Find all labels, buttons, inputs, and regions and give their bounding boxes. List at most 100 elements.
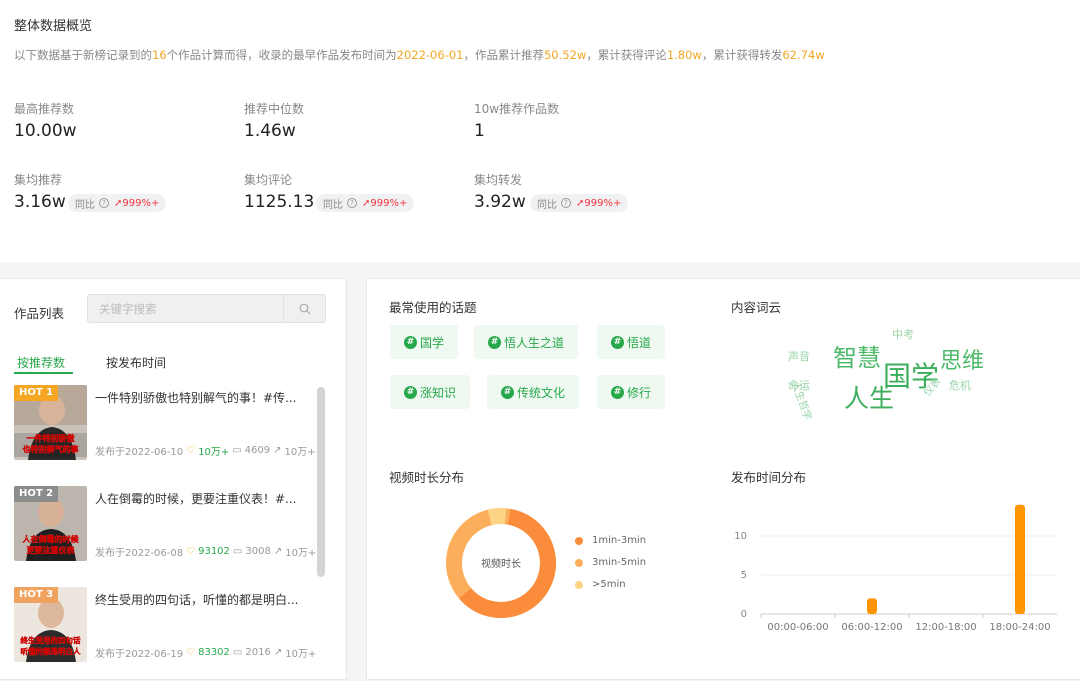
overview-summary: 以下数据基于新榜记录到的16个作品计算而得，收录的最早作品发布时间为2022-0…	[14, 47, 825, 63]
summary-text: ，作品累计推荐	[463, 48, 544, 62]
topic-tag[interactable]: # 悟人生之道	[474, 325, 579, 359]
summary-text: ，累计获得转发	[701, 48, 783, 62]
comment-count: 4609	[244, 445, 271, 456]
yoy-label: 同比	[75, 199, 95, 211]
hashtag-icon: #	[404, 385, 417, 399]
y-tick-label: 5	[741, 570, 747, 581]
search-input[interactable]	[88, 295, 284, 322]
item-title[interactable]: 人在倒霉的时候，更要注重仪表！#...	[95, 490, 320, 507]
tab-by-publish-time[interactable]: 按发布时间	[106, 354, 166, 371]
topic-label: 涨知识	[420, 385, 457, 400]
cloud-word: 人生	[844, 384, 895, 413]
yoy-badge[interactable]: 同比? ➚ 999%+	[530, 194, 629, 212]
yoy-label: 同比	[323, 199, 343, 211]
help-icon[interactable]: ?	[561, 198, 571, 208]
help-icon[interactable]: ?	[347, 198, 357, 208]
legend-item[interactable]: 1min-3min	[575, 535, 646, 546]
topic-tag[interactable]: # 悟道	[597, 325, 666, 359]
item-meta: 发布于2022-06-10 ♡ 10万+ ▭ 4609 ↗ 10万+	[95, 443, 316, 458]
like-count: 93102	[198, 546, 230, 557]
cloud-word: 人生哲学	[788, 380, 813, 422]
overview-title: 整体数据概览	[14, 19, 93, 34]
item-title[interactable]: 一件特别骄傲也特别解气的事！#传...	[95, 389, 320, 406]
avg-share-value: 3.92w	[474, 192, 526, 212]
trend-up-icon: ➚	[576, 197, 585, 209]
summary-text: 个作品计算而得，收录的最早作品发布时间为	[166, 48, 397, 62]
hashtag-icon: #	[611, 385, 624, 399]
video-thumbnail[interactable]: 一件特别骄傲 也特别解气的事 HOT 1	[14, 385, 87, 460]
share-count: 10万+	[285, 548, 317, 559]
topic-label: 国学	[420, 335, 445, 350]
bar-06:00-12:00[interactable]	[867, 598, 877, 614]
publish-time-title: 发布时间分布	[731, 470, 807, 485]
analytics-panel: 最常使用的话题 # 国学 # 悟人生之道 # 悟道 # 涨知识 # 传统文化 # 修行 内容…	[366, 278, 1080, 680]
topic-tag[interactable]: # 传统文化	[487, 375, 580, 409]
item-meta: 发布于2022-06-08 ♡ 93102 ▭ 3008 ↗ 10万+	[95, 544, 316, 559]
item-meta: 发布于2022-06-19 ♡ 83302 ▭ 2016 ↗ 10万+	[95, 645, 316, 660]
help-icon[interactable]: ?	[99, 198, 109, 208]
list-item[interactable]: 人在倒霉的时候 更要注重仪表 HOT 2 人在倒霉的时候，更要注重仪表！#...…	[14, 486, 319, 561]
avg-share-label: 集均转发	[474, 173, 523, 187]
list-item[interactable]: 终生受用的四句话 听懂的都是明白人 HOT 3 终生受用的四句话，听懂的都是明白…	[14, 587, 319, 662]
item-title[interactable]: 终生受用的四句话，听懂的都是明白...	[95, 591, 320, 608]
cloud-word: 智慧	[833, 344, 881, 372]
hashtag-icon: #	[404, 335, 417, 349]
legend-item[interactable]: >5min	[575, 579, 626, 590]
topic-label: 悟人生之道	[504, 335, 565, 350]
x-tick-label: 06:00-12:00	[841, 622, 902, 633]
cloud-word: 声音	[788, 350, 810, 363]
share-icon: ↗	[273, 546, 283, 557]
share-icon: ↗	[273, 647, 283, 658]
share-icon: ↗	[273, 445, 282, 456]
active-tab-indicator	[14, 372, 73, 374]
video-thumbnail[interactable]: 终生受用的四句话 听懂的都是明白人 HOT 3	[14, 587, 87, 662]
duration-title: 视频时长分布	[389, 470, 465, 485]
legend-label: >5min	[592, 579, 626, 590]
comment-count: 2016	[245, 647, 271, 658]
summary-comments: 1.80w	[666, 48, 702, 62]
heart-icon: ♡	[186, 546, 196, 557]
yoy-badge[interactable]: 同比? ➚ 999%+	[316, 194, 415, 212]
share-count: 10万+	[284, 447, 316, 458]
summary-shares: 62.74w	[782, 48, 825, 62]
x-tick-label: 00:00-06:00	[767, 622, 828, 633]
heart-icon: ♡	[186, 647, 196, 658]
publish-date: 发布于2022-06-08	[95, 548, 184, 559]
comment-icon: ▭	[232, 647, 243, 658]
topic-tag[interactable]: # 国学	[390, 325, 459, 359]
max-rec-label: 最高推荐数	[14, 102, 75, 116]
donut-center-label: 视频时长	[481, 557, 521, 570]
svg-text:更要注重仪表: 更要注重仪表	[27, 545, 76, 555]
legend-item[interactable]: 3min-5min	[575, 557, 646, 568]
avg-rec-value: 3.16w	[14, 192, 66, 212]
over10w-value: 1	[474, 121, 485, 141]
topic-tag[interactable]: # 修行	[597, 375, 666, 409]
svg-text:人在倒霉的时候: 人在倒霉的时候	[23, 534, 80, 544]
topics-title: 最常使用的话题	[389, 300, 477, 315]
search-icon	[299, 303, 310, 314]
duration-donut-chart: 视频时长	[446, 508, 556, 618]
avg-comment-label: 集均评论	[244, 173, 293, 187]
legend-label: 3min-5min	[592, 557, 647, 568]
summary-recommend: 50.52w	[543, 48, 587, 62]
search-button[interactable]	[283, 295, 325, 322]
summary-count: 16	[152, 48, 167, 62]
publish-time-bar-chart: 0 5 10 00:00-06:00 06:00-12:00 12:00-18:00 18:…	[734, 504, 1057, 633]
scrollbar-thumb[interactable]	[317, 387, 325, 577]
tab-by-recommend[interactable]: 按推荐数	[17, 354, 65, 371]
y-tick-label: 0	[741, 609, 747, 620]
max-rec-value: 10.00w	[14, 121, 77, 141]
yoy-badge[interactable]: 同比? ➚ 999%+	[68, 194, 167, 212]
search-box	[87, 294, 326, 323]
topic-tag[interactable]: # 涨知识	[390, 375, 471, 409]
summary-text: 以下数据基于新榜记录到的	[14, 48, 152, 62]
list-item[interactable]: 一件特别骄傲 也特别解气的事 HOT 1 一件特别骄傲也特别解气的事！#传...…	[14, 385, 319, 460]
hot-rank-badge: HOT 3	[14, 587, 59, 603]
bar-18:00-24:00[interactable]	[1015, 504, 1025, 614]
svg-text:也特别解气的事: 也特别解气的事	[23, 444, 79, 454]
video-thumbnail[interactable]: 人在倒霉的时候 更要注重仪表 HOT 2	[14, 486, 87, 561]
share-count: 10万+	[285, 649, 317, 660]
avg-rec-label: 集均推荐	[14, 173, 63, 187]
summary-date: 2022-06-01	[396, 48, 464, 62]
legend-dot	[575, 536, 583, 545]
